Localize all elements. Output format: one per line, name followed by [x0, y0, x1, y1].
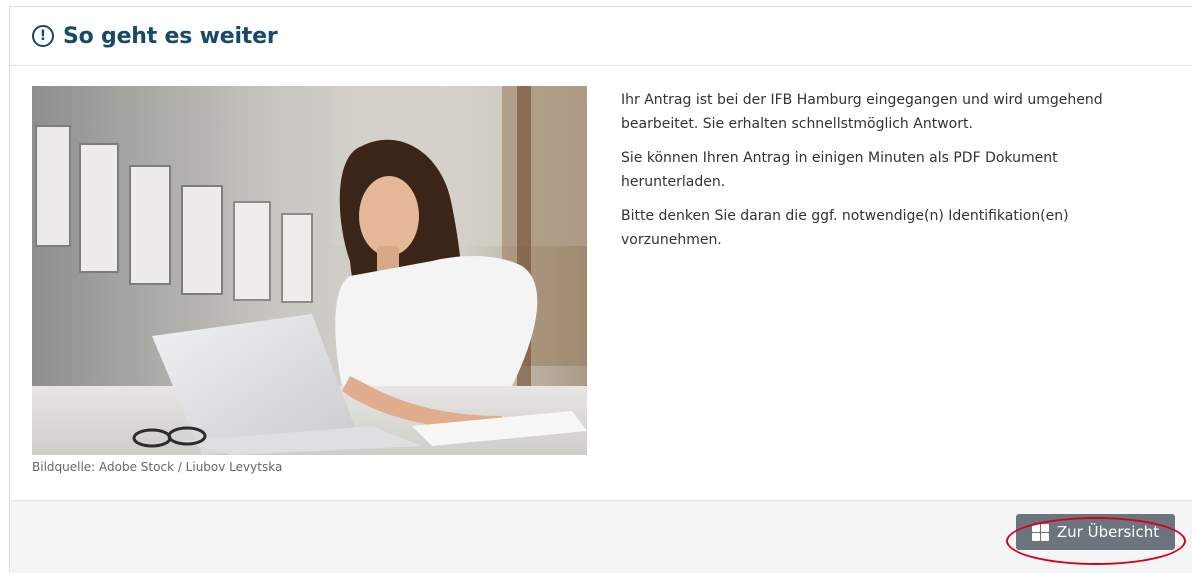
overview-button[interactable]: Zur Übersicht	[1016, 514, 1175, 550]
info-card: ! So geht es weiter Bildquelle: Adobe St…	[9, 6, 1192, 573]
woman-laptop-photo	[32, 86, 587, 455]
paragraph-identification: Bitte denken Sie daran die ggf. notwendi…	[621, 208, 1069, 248]
card-body: Bildquelle: Adobe Stock / Liubov Levytsk…	[10, 66, 1192, 500]
card-footer: Zur Übersicht	[10, 500, 1192, 573]
exclamation-circle-icon: !	[32, 25, 54, 47]
paragraph-received: Ihr Antrag ist bei der IFB Hamburg einge…	[621, 92, 1103, 132]
status-message: Ihr Antrag ist bei der IFB Hamburg einge…	[621, 88, 1161, 262]
grid-icon	[1031, 523, 1049, 541]
page-title: So geht es weiter	[63, 23, 278, 49]
card-header: ! So geht es weiter	[10, 7, 1192, 66]
image-caption: Bildquelle: Adobe Stock / Liubov Levytsk…	[32, 460, 283, 474]
paragraph-pdf-download: Sie können Ihren Antrag in einigen Minut…	[621, 150, 1058, 190]
overview-button-label: Zur Übersicht	[1056, 523, 1160, 541]
